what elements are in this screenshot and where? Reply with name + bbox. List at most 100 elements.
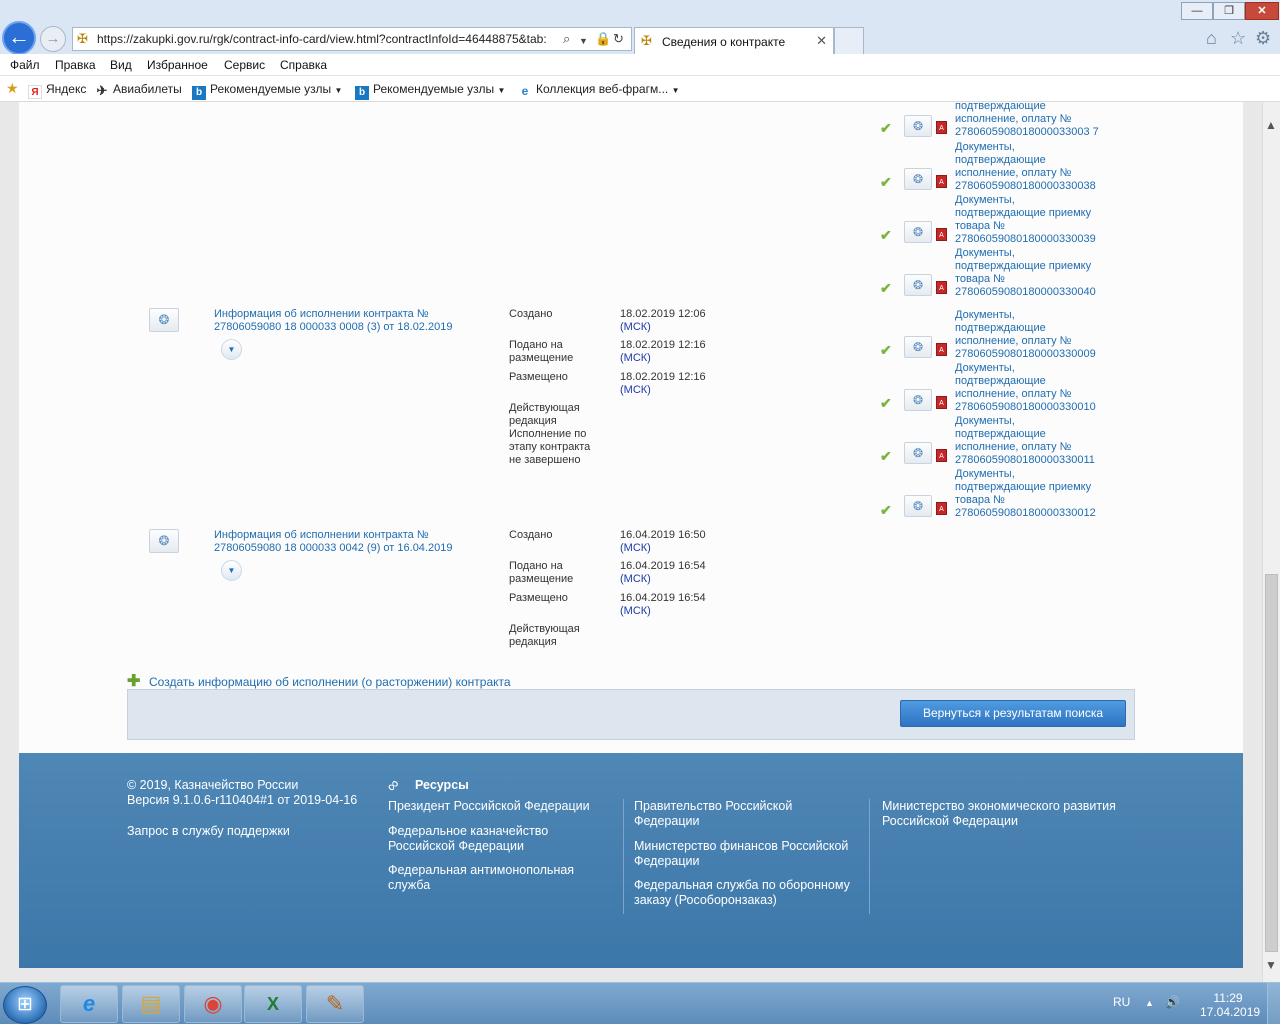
page-content: подтверждающие исполнение, оплату № 2780… (19, 102, 1243, 753)
airplane-icon: ✈ (96, 83, 108, 98)
new-tab-button[interactable] (834, 27, 864, 54)
windows-taskbar: ⊞ e ▤ ◉ X ✎ RU ▲ 🔊 11:29 17.04.2019 (0, 982, 1280, 1024)
footer-link-president[interactable]: Президент Российской Федерации (388, 799, 603, 814)
add-favorite-star-icon[interactable]: ★ (6, 80, 19, 97)
browser-titlebar: ← → ✠ https://zakupki.gov.ru/rgk/contrac… (0, 0, 1280, 55)
expand-chevron-icon[interactable]: ▼ (221, 560, 242, 581)
fav-aviatickets[interactable]: ✈ Авиабилеты (95, 82, 182, 98)
check-icon: ✔ (880, 502, 892, 518)
explorer-folder-icon[interactable]: ▤ (122, 985, 180, 1023)
forward-button[interactable]: → (40, 26, 66, 52)
footer-link-minfin[interactable]: Министерство финансов Российской Федерац… (634, 839, 854, 869)
show-desktop-button[interactable] (1267, 983, 1280, 1024)
document-link[interactable]: Документы, подтверждающие исполнение, оп… (955, 362, 1105, 414)
footer-link-treasury[interactable]: Федеральное казначейство Российской Феде… (388, 824, 588, 854)
pdf-icon[interactable]: A (936, 228, 947, 241)
signature-seal-icon[interactable]: ❂ (904, 115, 932, 137)
pdf-icon[interactable]: A (936, 449, 947, 462)
signature-seal-icon[interactable]: ❂ (904, 336, 932, 358)
date-value: 16.04.2019 16:54 (620, 560, 706, 572)
chevron-down-icon: ▼ (671, 86, 680, 95)
favorites-star-icon[interactable]: ☆ (1230, 28, 1246, 48)
fav-label: Рекомендуемые узлы (210, 82, 332, 96)
resources-title: Ресурсы (415, 778, 469, 792)
signature-seal-icon[interactable]: ❂ (904, 389, 932, 411)
document-link[interactable]: Документы, подтверждающие приемку товара… (955, 247, 1105, 299)
pdf-icon[interactable]: A (936, 396, 947, 409)
start-button[interactable]: ⊞ (3, 986, 47, 1024)
maximize-button[interactable]: ❐ (1213, 2, 1245, 20)
favorites-bar: ★ Я Яндекс ✈ Авиабилеты b Рекомендуемые узл… (0, 76, 1280, 102)
tray-expand-icon[interactable]: ▲ (1145, 998, 1154, 1008)
footer-link-government[interactable]: Правительство Российской Федерации (634, 799, 854, 829)
fav-yandex[interactable]: Я Яндекс (28, 82, 86, 99)
create-execution-info-link[interactable]: Создать информацию об исполнении (о раст… (149, 675, 511, 689)
footer-link-antimonopoly[interactable]: Федеральная антимонопольная служба (388, 863, 588, 893)
record-signature-icon[interactable]: ❂ (149, 529, 179, 553)
pdf-icon[interactable]: A (936, 281, 947, 294)
menu-edit[interactable]: Правка (55, 58, 96, 72)
bing-icon: b (355, 86, 369, 100)
document-link[interactable]: Документы, подтверждающие приемку товара… (955, 468, 1105, 520)
close-icon[interactable]: ✕ (816, 33, 827, 49)
signature-seal-icon[interactable]: ❂ (904, 495, 932, 517)
plus-icon[interactable]: ✚ (127, 674, 140, 690)
home-icon[interactable]: ⌂ (1206, 28, 1217, 48)
fav-web-slice-gallery[interactable]: e Коллекция веб-фрагм... ▼ (518, 82, 680, 98)
chrome-icon[interactable]: ◉ (184, 985, 242, 1023)
signature-seal-icon[interactable]: ❂ (904, 442, 932, 464)
footer-link-economic-development[interactable]: Министерство экономического развития Рос… (882, 799, 1132, 829)
address-bar[interactable]: ✠ https://zakupki.gov.ru/rgk/contract-in… (72, 27, 632, 51)
signature-seal-icon[interactable]: ❂ (904, 274, 932, 296)
back-button[interactable]: ← (2, 21, 36, 55)
address-url[interactable]: https://zakupki.gov.ru/rgk/contract-info… (97, 32, 559, 46)
menu-help[interactable]: Справка (280, 58, 327, 72)
pdf-icon[interactable]: A (936, 175, 947, 188)
document-link[interactable]: Документы, подтверждающие исполнение, оп… (955, 415, 1105, 467)
signature-seal-icon[interactable]: ❂ (904, 168, 932, 190)
vertical-scrollbar[interactable]: ▲ ▼ (1262, 102, 1280, 982)
paint-icon[interactable]: ✎ (306, 985, 364, 1023)
timezone-label: (МСК) (620, 542, 651, 554)
tab-contract-info[interactable]: ✠ Сведения о контракте ✕ (634, 27, 834, 54)
document-link[interactable]: Документы, подтверждающие исполнение, оп… (955, 309, 1105, 361)
fav-suggested-sites-1[interactable]: b Рекомендуемые узлы ▼ (192, 82, 342, 100)
gear-icon[interactable]: ⚙ (1255, 28, 1271, 48)
menu-favorites[interactable]: Избранное (147, 58, 208, 72)
document-link[interactable]: Документы, подтверждающие приемку товара… (955, 194, 1105, 246)
window-close-button[interactable]: ✕ (1245, 2, 1279, 20)
excel-icon[interactable]: X (244, 985, 302, 1023)
signature-seal-icon[interactable]: ❂ (904, 221, 932, 243)
language-indicator[interactable]: RU (1113, 995, 1130, 1009)
dropdown-arrow-icon[interactable]: ▼ (579, 33, 588, 49)
scroll-down-arrow-icon[interactable]: ▼ (1265, 958, 1277, 972)
execution-info-link[interactable]: Информация об исполнении контракта № 278… (214, 529, 459, 555)
execution-info-link[interactable]: Информация об исполнении контракта № 278… (214, 308, 459, 334)
lock-icon[interactable]: 🔒 (595, 31, 611, 47)
volume-icon[interactable]: 🔊 (1165, 995, 1180, 1009)
pdf-icon[interactable]: A (936, 502, 947, 515)
pdf-icon[interactable]: A (936, 343, 947, 356)
record-signature-icon[interactable]: ❂ (149, 308, 179, 332)
search-icon[interactable]: ⌕ (563, 31, 570, 47)
footer-link-defense-order[interactable]: Федеральная служба по оборонному заказу … (634, 878, 859, 908)
page-viewport: подтверждающие исполнение, оплату № 2780… (0, 102, 1262, 982)
menu-tools[interactable]: Сервис (224, 58, 265, 72)
support-request-link[interactable]: Запрос в службу поддержки (127, 824, 290, 839)
menu-view[interactable]: Вид (110, 58, 132, 72)
refresh-icon[interactable]: ↻ (613, 31, 624, 47)
document-link[interactable]: подтверждающие исполнение, оплату № 2780… (955, 102, 1105, 139)
fav-suggested-sites-2[interactable]: b Рекомендуемые узлы ▼ (355, 82, 505, 100)
scroll-thumb[interactable] (1265, 574, 1278, 952)
scroll-up-arrow-icon[interactable]: ▲ (1265, 118, 1277, 132)
status-date: 18.02.2019 12:16 (МСК) (620, 339, 706, 365)
document-link[interactable]: Документы, подтверждающие исполнение, оп… (955, 141, 1105, 193)
ie-taskbar-icon[interactable]: e (60, 985, 118, 1023)
tray-clock[interactable]: 11:29 17.04.2019 (1200, 991, 1260, 1019)
minimize-button[interactable]: — (1181, 2, 1213, 20)
pdf-icon[interactable]: A (936, 121, 947, 134)
return-to-search-button[interactable]: Вернуться к результатам поиска (900, 700, 1126, 727)
expand-chevron-icon[interactable]: ▼ (221, 339, 242, 360)
menu-file[interactable]: Файл (10, 58, 40, 72)
status-date: 18.02.2019 12:06 (МСК) (620, 308, 706, 334)
